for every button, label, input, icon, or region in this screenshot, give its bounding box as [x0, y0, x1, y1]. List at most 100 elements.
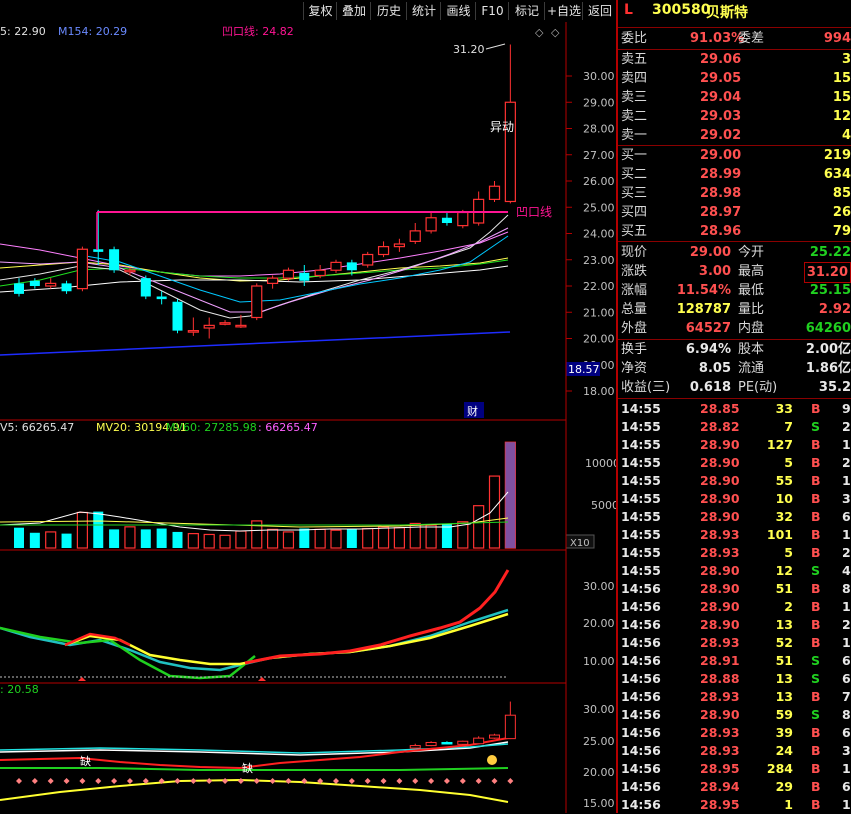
volume-bar — [473, 505, 485, 549]
candle[interactable] — [425, 212, 437, 234]
chart-area[interactable]: 5: 22.90 M154: 20.29 凹口线: 24.82 ◇ ◇ 凹口线 … — [0, 0, 616, 813]
candle[interactable] — [219, 320, 231, 326]
candle[interactable] — [45, 278, 57, 289]
trade-volume: 284 — [766, 761, 793, 776]
ask-row: 卖四 29.05 15 — [618, 69, 851, 88]
price-tick-label: 18.00 — [583, 385, 615, 398]
trade-time: 14:56 — [621, 725, 661, 740]
stat-label: 总量 — [621, 302, 648, 317]
candle[interactable] — [267, 275, 279, 289]
candle[interactable] — [109, 246, 120, 273]
bottom-candle — [425, 741, 437, 747]
candle[interactable] — [377, 241, 390, 258]
trade-row: 14:55 28.90 127 B 11 — [618, 436, 851, 454]
options-icon[interactable]: ◇ — [551, 26, 560, 39]
weibi-value: 91.03% — [690, 31, 745, 46]
weibi-label: 委比 — [621, 31, 648, 46]
candle[interactable] — [330, 259, 342, 273]
candle[interactable] — [61, 280, 72, 294]
trade-count: 8 — [842, 707, 851, 722]
candle[interactable] — [156, 291, 167, 305]
bid-price: 29.00 — [700, 148, 742, 163]
ma5-legend: 5: 22.90 — [0, 25, 46, 38]
volume-bar — [156, 528, 167, 548]
volume-bar-highlight — [505, 442, 516, 548]
que-label-2: 缺 — [242, 761, 253, 775]
bid-volume: 219 — [823, 148, 851, 163]
trade-side: S — [811, 419, 821, 434]
diamond-marker — [79, 778, 86, 784]
trade-time: 14:56 — [621, 653, 661, 668]
diamond-marker — [174, 778, 181, 784]
weicha-label: 委差 — [738, 31, 765, 46]
stat-value-2: 25.15 — [809, 283, 851, 298]
trade-volume: 29 — [775, 779, 793, 794]
diamond-marker — [16, 778, 22, 784]
weicha-value: 994 — [823, 31, 851, 46]
trade-side: B — [811, 437, 821, 452]
trade-price: 28.95 — [700, 761, 740, 776]
diamond-marker — [126, 778, 133, 784]
stat-label: 涨幅 — [621, 283, 648, 298]
high-price-label: 31.20 — [453, 43, 485, 56]
volume-bar — [282, 531, 295, 549]
volume-bar — [140, 529, 151, 548]
trade-row: 14:56 28.95 284 B 11 — [618, 760, 851, 778]
cai-label: 财 — [467, 404, 478, 418]
candle[interactable] — [362, 251, 374, 268]
candle[interactable] — [473, 191, 485, 226]
trade-count: 6 — [842, 725, 851, 740]
volume-bar — [330, 529, 342, 549]
trade-volume: 39 — [775, 725, 793, 740]
ma154-line — [0, 331, 511, 356]
candle[interactable] — [299, 265, 310, 286]
candle[interactable] — [29, 278, 40, 289]
candle[interactable] — [409, 223, 421, 244]
trade-side: S — [811, 563, 821, 578]
stat-value: 64527 — [685, 321, 731, 336]
bot-tick-30: 30.00 — [583, 703, 615, 716]
price-tick-label: 20.00 — [583, 333, 615, 346]
diamond-marker — [412, 778, 419, 784]
trade-side: B — [811, 491, 821, 506]
candle[interactable] — [76, 246, 89, 292]
ask-volume: 15 — [832, 71, 851, 86]
bid-row: 买三 28.98 85 — [618, 184, 851, 203]
candle[interactable] — [488, 181, 501, 202]
stat-row: 外盘 64527 内盘 64260 — [618, 319, 851, 338]
candle[interactable] — [393, 238, 405, 252]
trade-price: 28.93 — [700, 635, 740, 650]
ma-pink-line — [0, 231, 509, 277]
candle[interactable] — [187, 317, 199, 336]
candle[interactable] — [14, 278, 24, 297]
candle[interactable] — [140, 275, 151, 300]
vol-tick-5000: 5000 — [591, 499, 616, 512]
candle[interactable] — [172, 299, 183, 334]
fund-row: 收益(三) 0.618 PE(动) 35.2 — [618, 378, 851, 397]
candle[interactable] — [93, 209, 104, 265]
candle[interactable] — [251, 283, 263, 321]
aokou-legend: 凹口线: 24.82 — [222, 24, 294, 38]
ask-row: 卖二 29.03 12 — [618, 107, 851, 126]
candle[interactable] — [203, 317, 215, 339]
fund-row: 换手 6.94% 股本 2.00亿 — [618, 340, 851, 359]
volume-bar — [93, 511, 104, 548]
fund-value: 8.05 — [698, 361, 731, 376]
trade-count: 6 — [842, 509, 851, 524]
diamond-marker — [206, 778, 213, 784]
ind-tick-20: 20.00 — [583, 617, 615, 630]
price-tick-label: 29.00 — [583, 96, 615, 109]
mv60-legend: MV60: 27285.98 — [166, 421, 257, 434]
trade-time: 14:55 — [621, 491, 661, 506]
ask-label: 卖一 — [621, 128, 648, 143]
price-tick-label: 21.00 — [583, 306, 615, 319]
stat-value-2: 31.20 — [803, 262, 851, 283]
hand-cursor-icon[interactable] — [487, 755, 497, 765]
stat-label-2: 量比 — [738, 302, 765, 317]
trade-side: S — [811, 707, 821, 722]
trade-price: 28.90 — [700, 581, 740, 596]
fund-row: 净资 8.05 流通 1.86亿 — [618, 359, 851, 378]
candle[interactable] — [441, 212, 452, 226]
trade-count: 4 — [842, 563, 851, 578]
diamond-icon[interactable]: ◇ — [535, 26, 544, 39]
